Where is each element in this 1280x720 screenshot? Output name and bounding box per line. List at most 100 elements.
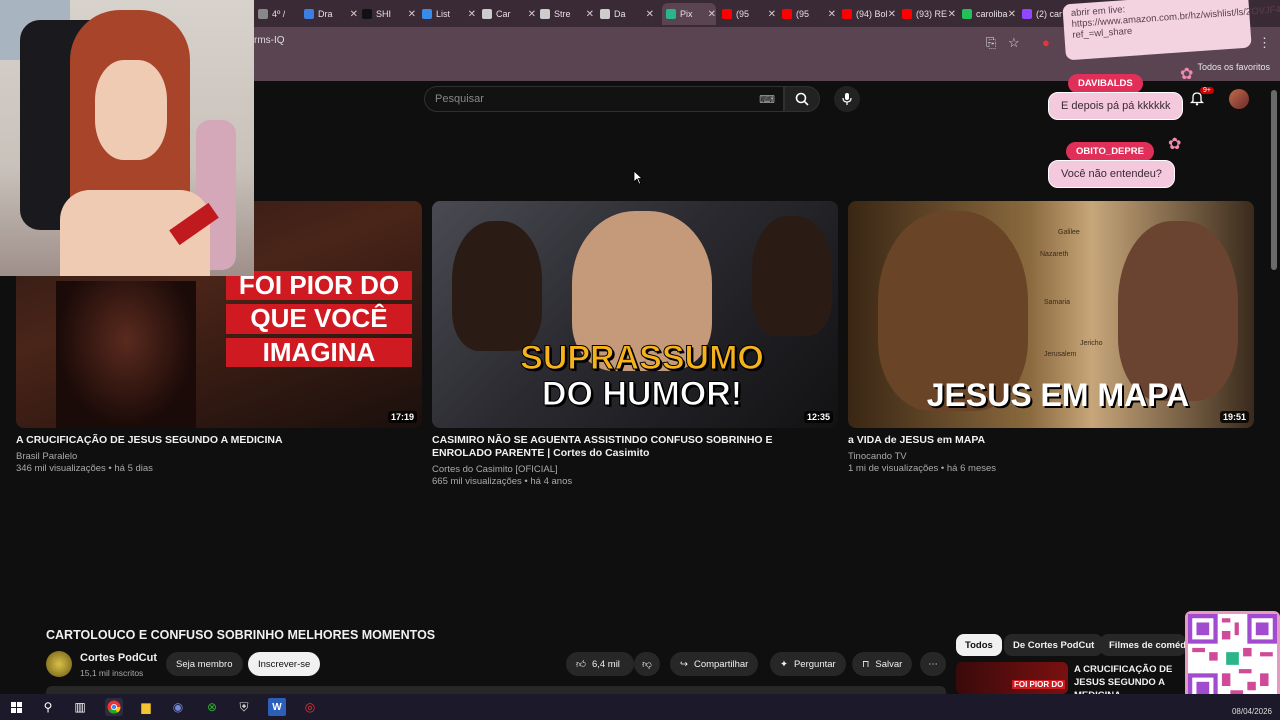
search-icon	[795, 92, 809, 106]
thumbnail-figure	[56, 281, 196, 428]
install-icon[interactable]: ⎘	[986, 35, 996, 51]
save-button[interactable]: ⊓ Salvar	[852, 652, 913, 676]
xbox-icon[interactable]: ⊗	[203, 698, 221, 716]
tab-label: Dra	[318, 9, 333, 19]
obs-icon[interactable]: ◎	[301, 698, 319, 716]
file-explorer-icon[interactable]: ▆	[137, 698, 155, 716]
recommended-thumb-text: FOI PIOR DO	[1012, 680, 1066, 689]
tab-close-icon[interactable]: ✕	[408, 9, 416, 20]
chip-channel[interactable]: De Cortes PodCut	[1004, 634, 1104, 656]
extension-icon[interactable]: ●	[1042, 35, 1050, 50]
task-view-icon[interactable]: ▥	[71, 698, 89, 716]
browser-tab[interactable]: List ✕	[422, 3, 476, 25]
video-title-3[interactable]: a VIDA de JESUS em MAPA	[848, 434, 1248, 447]
tab-label: (2) caro	[1036, 9, 1062, 19]
tab-favicon-icon	[258, 9, 268, 19]
tab-close-icon[interactable]: ✕	[350, 9, 358, 20]
save-label: Salvar	[875, 658, 903, 670]
taskbar	[0, 694, 1280, 720]
tab-favicon-icon	[540, 9, 550, 19]
all-bookmarks[interactable]: Todos os favoritos	[1197, 62, 1270, 72]
tab-favicon-icon	[304, 9, 314, 19]
keyboard-icon[interactable]: ⌨	[759, 93, 775, 106]
thumbnail-person-left	[452, 221, 542, 351]
tab-close-icon[interactable]: ✕	[768, 9, 776, 20]
share-label: Compartilhar	[693, 658, 749, 670]
browser-tab[interactable]: (95 ✕	[782, 3, 836, 25]
video-duration: 12:35	[803, 411, 833, 423]
tab-label: (95	[736, 9, 750, 19]
bookmark-star-icon[interactable]: ☆	[1008, 35, 1020, 51]
video-title-2[interactable]: CASIMIRO NÃO SE AGUENTA ASSISTINDO CONFU…	[432, 434, 832, 460]
tab-close-icon[interactable]: ✕	[468, 9, 476, 20]
tab-close-icon[interactable]: ✕	[528, 9, 536, 20]
search-icon[interactable]: ⚲	[39, 698, 57, 716]
browser-tab[interactable]: (95 ✕	[722, 3, 776, 25]
dislike-button[interactable]: 👎︎	[634, 652, 660, 676]
browser-tab[interactable]: (2) caro	[1022, 3, 1062, 25]
microphone-icon	[842, 93, 852, 105]
search-button[interactable]	[784, 86, 820, 112]
description-box[interactable]	[46, 686, 946, 694]
word-icon[interactable]: W	[268, 698, 286, 716]
browser-tab[interactable]: SHI ✕	[362, 3, 416, 25]
tab-favicon-icon	[362, 9, 372, 19]
share-button[interactable]: ↪ Compartilhar	[670, 652, 759, 676]
windows-start-icon[interactable]	[7, 698, 25, 716]
overlay-line-1: JESUS EM MAPA	[926, 377, 1190, 413]
tab-favicon-icon	[422, 9, 432, 19]
discord-icon[interactable]: ◉	[169, 698, 187, 716]
account-avatar[interactable]	[1229, 89, 1249, 109]
like-button[interactable]: 👍︎ 6,4 mil	[566, 652, 634, 676]
recommended-thumbnail[interactable]: FOI PIOR DO	[956, 662, 1068, 694]
tab-close-icon[interactable]: ✕	[586, 9, 594, 20]
tab-favicon-icon	[782, 9, 792, 19]
browser-tab[interactable]: Da ✕	[600, 3, 654, 25]
browser-tab[interactable]: Stre ✕	[540, 3, 594, 25]
browser-tab[interactable]: Car ✕	[482, 3, 536, 25]
more-actions-button[interactable]: ⋯	[920, 652, 946, 676]
tab-close-icon[interactable]: ✕	[708, 9, 716, 20]
browser-tab[interactable]: (93) RE ✕	[902, 3, 956, 25]
security-shield-icon[interactable]: ⛨	[235, 698, 253, 716]
chrome-icon[interactable]	[105, 698, 123, 716]
tab-close-icon[interactable]: ✕	[646, 9, 654, 20]
notification-badge: 9+	[1200, 87, 1214, 94]
scrollbar[interactable]	[1271, 90, 1277, 270]
voice-search-button[interactable]	[834, 86, 860, 112]
tab-favicon-icon	[842, 9, 852, 19]
ask-label: Perguntar	[793, 658, 836, 670]
chip-all[interactable]: Todos	[956, 634, 1002, 656]
join-button[interactable]: Seja membro	[166, 652, 243, 676]
thumbs-down-icon: 👎︎	[642, 659, 652, 670]
search-input[interactable]: Pesquisar	[435, 93, 484, 105]
browser-tab[interactable]: (94) Bol ✕	[842, 3, 896, 25]
browser-tab[interactable]: caroliba ✕	[962, 3, 1016, 25]
ask-button[interactable]: ✦ Perguntar	[770, 652, 846, 676]
video-title-1[interactable]: A CRUCIFICAÇÃO DE JESUS SEGUNDO A MEDICI…	[16, 434, 416, 447]
video-thumbnail-2[interactable]: SUPRASSUMO DO HUMOR! 12:35	[432, 201, 838, 428]
subscribe-button[interactable]: Inscrever-se	[248, 652, 321, 676]
url-text[interactable]: rms-IQ	[254, 35, 285, 46]
share-icon: ↪	[680, 658, 688, 670]
tab-close-icon[interactable]: ✕	[828, 9, 836, 20]
tab-close-icon[interactable]: ✕	[1008, 9, 1016, 20]
video-thumbnail-3[interactable]: Galilee Nazareth Samaria Jericho Jerusal…	[848, 201, 1254, 428]
video-channel-1[interactable]: Brasil Paralelo	[16, 451, 77, 462]
chip-comedy[interactable]: Filmes de comédia	[1100, 634, 1186, 656]
channel-avatar[interactable]	[46, 651, 72, 677]
thumbnail-person-right	[752, 216, 832, 336]
browser-tab[interactable]: Pix ✕	[662, 3, 716, 25]
tab-favicon-icon	[482, 9, 492, 19]
browser-menu-icon[interactable]: ⋮	[1258, 35, 1271, 51]
video-channel-2[interactable]: Cortes do Casimito [OFICIAL]	[432, 464, 558, 475]
browser-tab[interactable]: Dra ✕	[304, 3, 358, 25]
search-box[interactable]: Pesquisar ⌨	[424, 86, 784, 112]
video-channel-3[interactable]: Tinocando TV	[848, 451, 907, 462]
channel-name[interactable]: Cortes PodCut	[80, 652, 157, 664]
notifications-button[interactable]: 9+	[1189, 87, 1214, 111]
tab-close-icon[interactable]: ✕	[888, 9, 896, 20]
chat-username-2: OBITO_DEPRE	[1066, 142, 1154, 161]
video-meta-1: 346 mil visualizações • há 5 dias	[16, 463, 153, 474]
tab-close-icon[interactable]: ✕	[948, 9, 956, 20]
